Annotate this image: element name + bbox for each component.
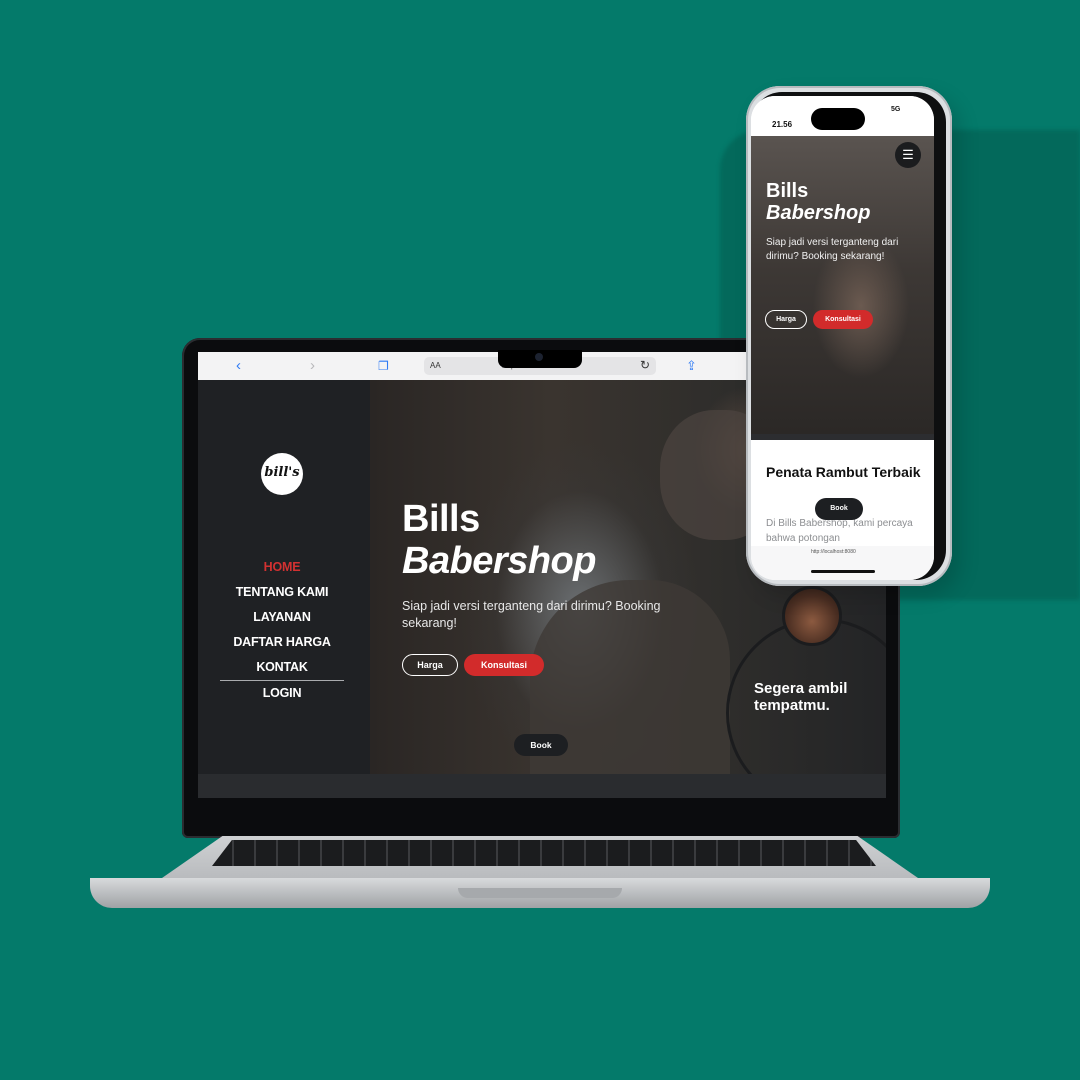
nav-daftar-harga[interactable]: DAFTAR HARGA [220, 630, 344, 655]
dynamic-island [811, 108, 865, 130]
reader-aa-button[interactable]: AA [430, 361, 441, 370]
book-button[interactable]: Book [514, 734, 568, 756]
phone-title-line1: Bills [766, 180, 809, 202]
nav-login[interactable]: LOGIN [220, 681, 344, 706]
bills-logo[interactable]: bill's [261, 453, 303, 495]
phone-status-bar: 21.56 5G [751, 96, 934, 136]
back-arrow-icon[interactable]: ‹ [236, 356, 241, 376]
konsultasi-button[interactable]: Konsultasi [464, 654, 544, 676]
phone-url-text: http://localhost:8080 [811, 549, 856, 555]
harga-button[interactable]: Harga [402, 654, 458, 676]
hero-title-line1: Bills [402, 498, 480, 540]
laptop-base [90, 836, 990, 910]
hamburger-menu-icon[interactable]: ☰ [895, 142, 921, 168]
phone-hero-subtitle: Siap jadi versi terganteng dari dirimu? … [766, 237, 899, 262]
phone-section-title: Penata Rambut Terbaik [766, 464, 921, 480]
hero-title-line2: Babershop [402, 540, 596, 582]
signal-indicator: 5G [891, 106, 901, 113]
status-time: 21.56 [772, 120, 793, 129]
nav-home[interactable]: HOME [220, 555, 344, 580]
promo-text: Segera ambil tempatmu. [754, 680, 848, 714]
nav-layanan[interactable]: LAYANAN [220, 605, 344, 630]
screen-bottom-bar [198, 774, 886, 798]
share-icon[interactable]: ⇪ [686, 356, 697, 376]
phone-hero: ☰ Bills Babershop Siap jadi versi tergan… [751, 136, 934, 434]
phone-title-line2: Babershop [766, 202, 871, 224]
bookmarks-book-icon[interactable]: ❐ [378, 356, 389, 376]
keyboard [212, 840, 876, 866]
phone-konsultasi-button[interactable]: Konsultasi [813, 310, 873, 329]
laptop-lid-notch [458, 888, 622, 898]
nav-kontak[interactable]: KONTAK [220, 655, 344, 680]
phone-hero-title: Bills Babershop [766, 180, 870, 224]
phone-harga-button[interactable]: Harga [765, 310, 807, 329]
hero-title: Bills Babershop [402, 498, 596, 582]
nav-tentang-kami[interactable]: TENTANG KAMI [220, 580, 344, 605]
phone-book-button[interactable]: Book [815, 498, 863, 520]
site-sidebar: bill's HOME TENTANG KAMI LAYANAN DAFTAR … [198, 380, 370, 774]
phone-section-text: Di Bills Babershop, kami percaya bahwa p… [766, 518, 913, 544]
barbershop-thumbnail [782, 586, 842, 646]
camera-icon [535, 353, 543, 361]
forward-arrow-icon[interactable]: › [310, 356, 315, 376]
phone-section-divider [751, 434, 934, 440]
laptop-camera-notch [498, 350, 582, 368]
reload-icon[interactable]: ↻ [640, 358, 650, 372]
phone-screen: 21.56 5G ☰ Bills Babershop Siap jadi ver… [751, 96, 934, 580]
sidebar-nav: HOME TENTANG KAMI LAYANAN DAFTAR HARGA K… [220, 555, 344, 706]
hero-subtitle: Siap jadi versi terganteng dari dirimu? … [402, 599, 661, 630]
phone-url-bar[interactable]: http://localhost:8080 [751, 546, 934, 580]
home-indicator [811, 570, 875, 573]
